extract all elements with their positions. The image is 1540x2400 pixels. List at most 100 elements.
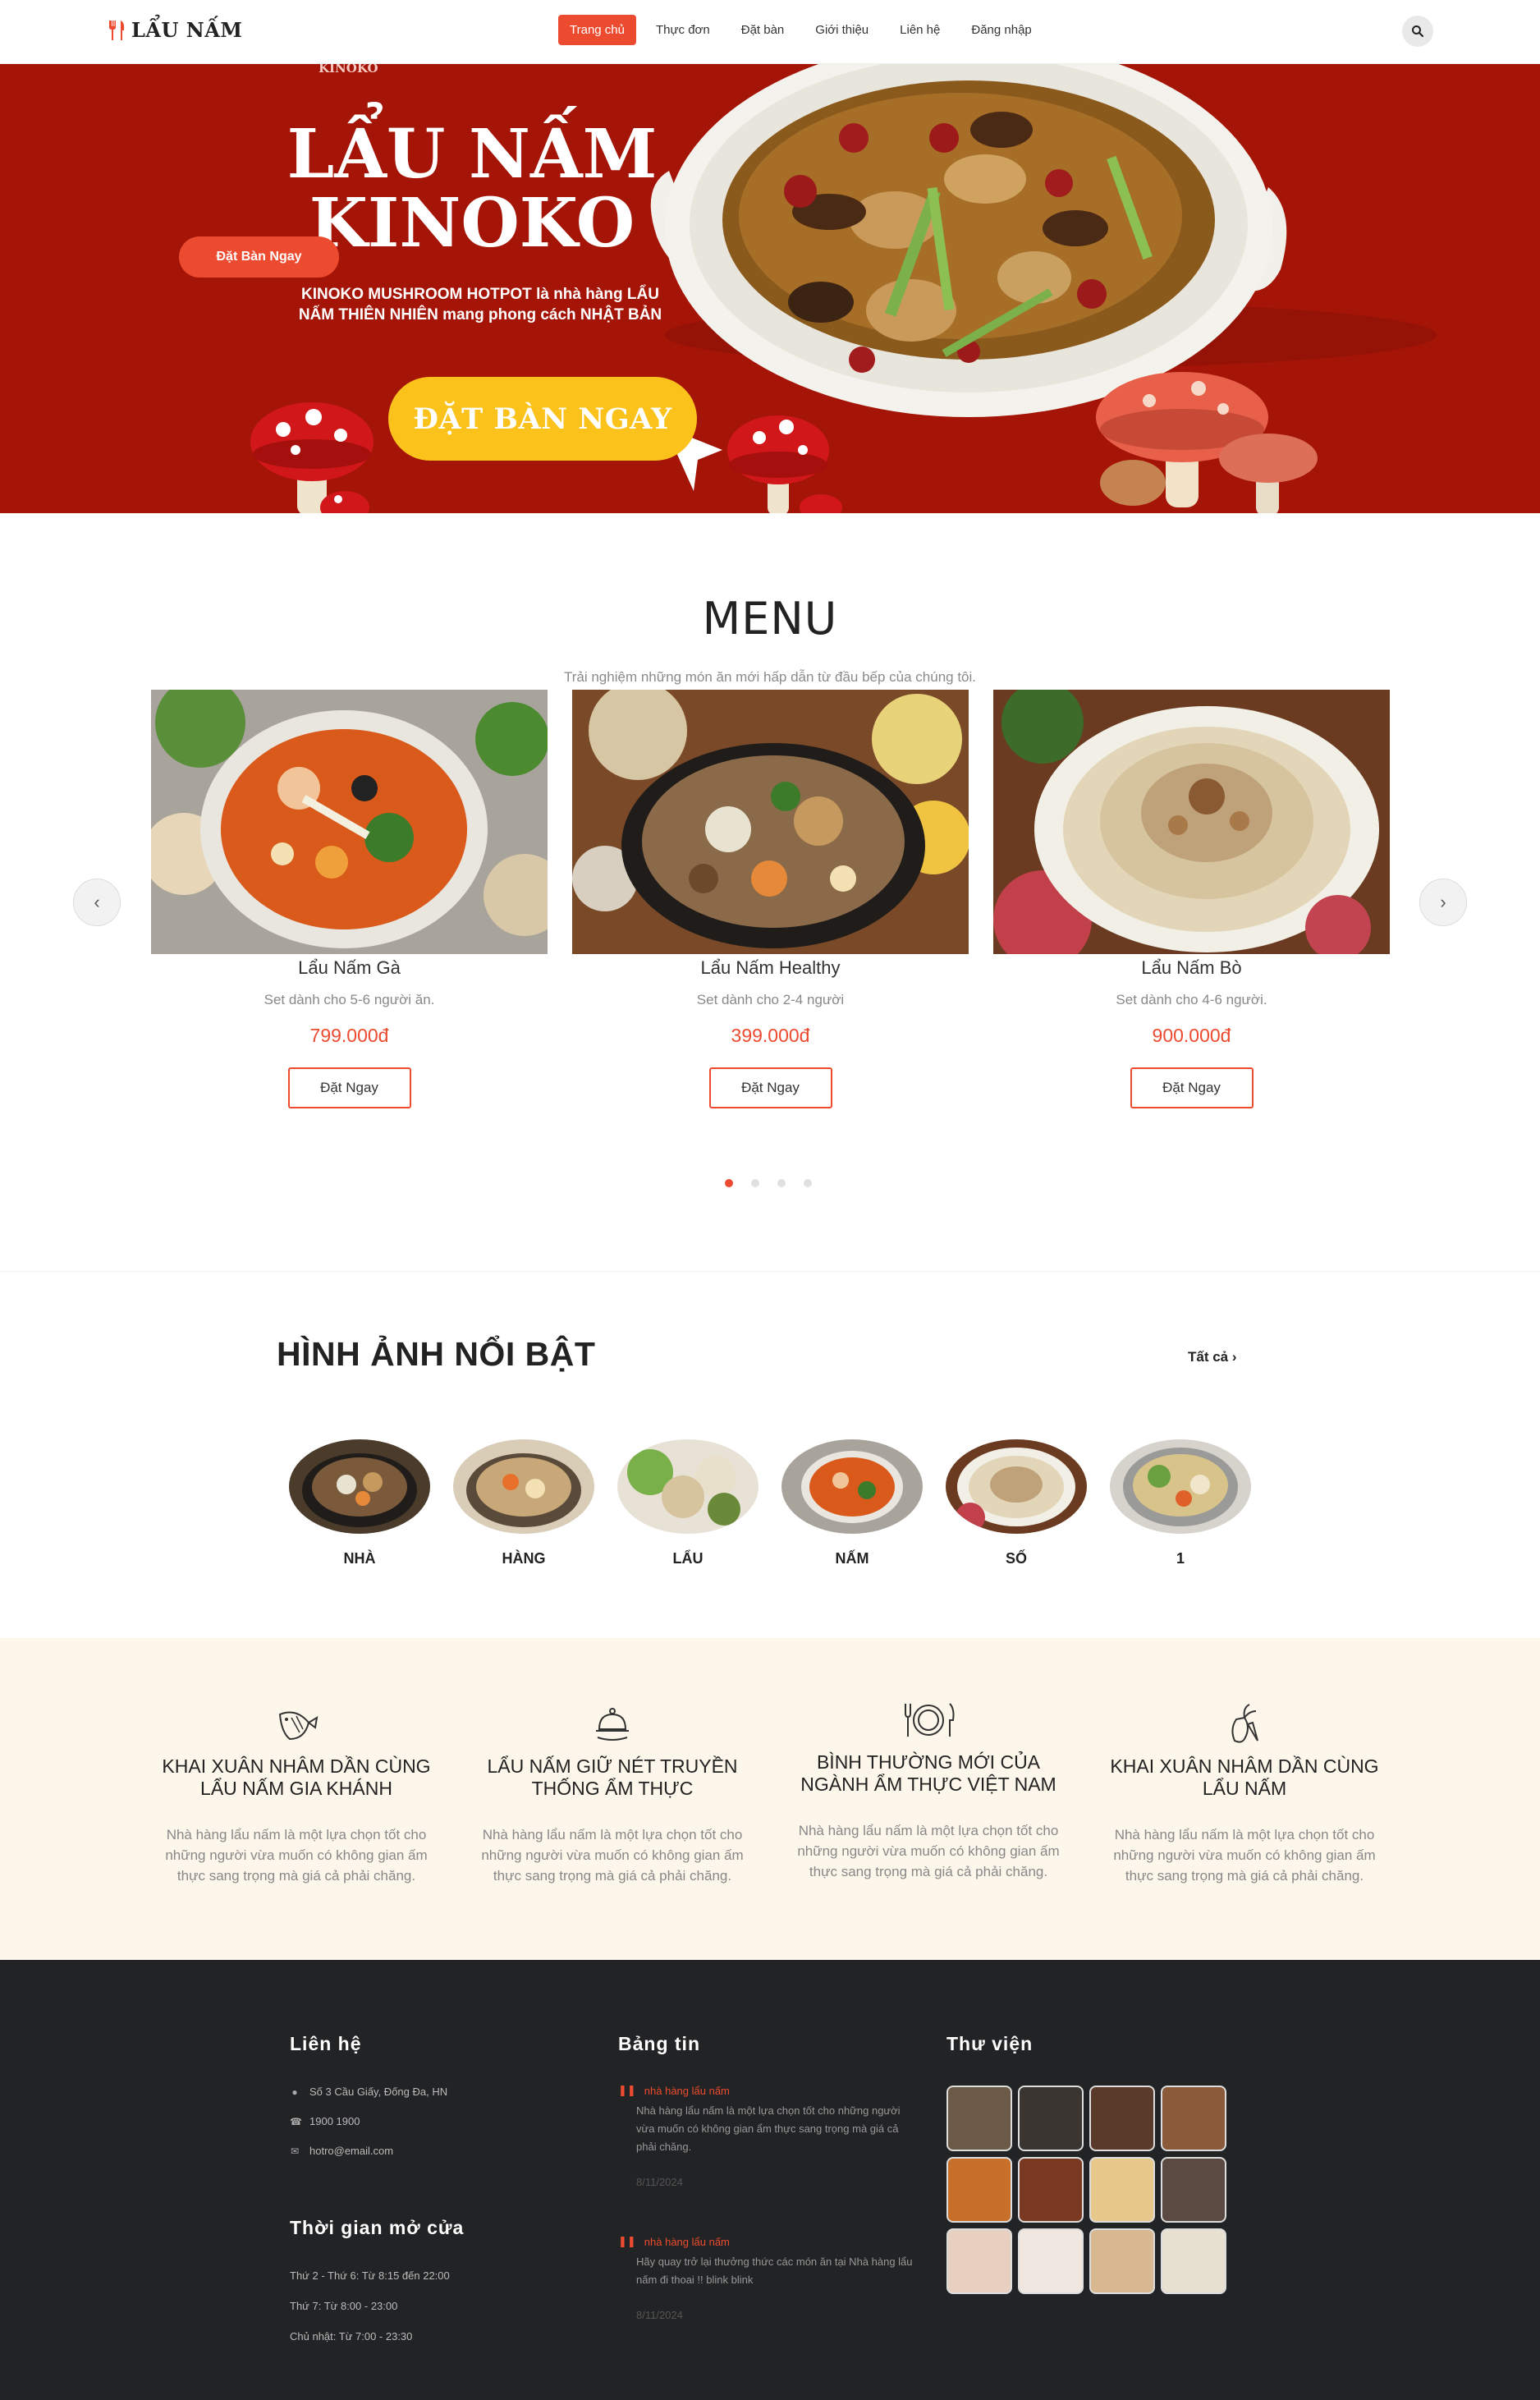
menu-card: Lẩu Nấm Healthy Set dành cho 2-4 người 3…: [572, 690, 969, 1108]
top-navbar: LẨU NẤM Trang chủ Thực đơn Đặt bàn Giới …: [0, 0, 1540, 64]
library-thumbnail[interactable]: [1018, 2228, 1084, 2294]
hero-book-big-button[interactable]: ĐẶT BÀN NGAY: [388, 377, 697, 461]
order-now-button[interactable]: Đặt Ngay: [287, 1067, 411, 1108]
nav-home[interactable]: Trang chủ: [558, 15, 636, 45]
gallery-label: SỐ: [1005, 1550, 1027, 1567]
hero-illustration: [250, 64, 1437, 513]
pagination-dot[interactable]: [804, 1179, 812, 1187]
gallery-image: [289, 1439, 430, 1534]
hero-book-small-button[interactable]: Đặt Bàn Ngay: [179, 236, 339, 278]
pagination-dot[interactable]: [751, 1179, 759, 1187]
gallery-item[interactable]: HÀNG: [453, 1439, 594, 1567]
footer-contact-title: Liên hệ: [290, 2033, 362, 2054]
footer-address: ● Số 3 Cầu Giấy, Đống Đa, HN: [290, 2086, 447, 2098]
news-text: Nhà hàng lẩu nấm là một lựa chọn tốt cho…: [636, 2104, 901, 2153]
menu-card-image[interactable]: [993, 690, 1390, 954]
feature-title: KHAI XUÂN NHÂM DẦN CÙNG LẨU NẤM GIA KHÁN…: [162, 1755, 431, 1799]
hero-description: KINOKO MUSHROOM HOTPOT là nhà hàng LẨU N…: [298, 286, 662, 324]
carousel-pagination: [725, 1179, 812, 1187]
carousel-next-button[interactable]: ›: [1419, 879, 1467, 926]
menu-card-name: Lẩu Nấm Bò: [1141, 957, 1242, 978]
library-thumbnail[interactable]: [1089, 2157, 1155, 2223]
library-thumbnail[interactable]: [1089, 2086, 1155, 2151]
menu-card-price: 900.000đ: [1152, 1025, 1231, 1046]
site-logo[interactable]: LẨU NẤM: [107, 18, 242, 42]
footer-email-text[interactable]: hotro@email.com: [309, 2145, 393, 2157]
library-thumbnail[interactable]: [1161, 2086, 1226, 2151]
menu-subtitle: Trải nghiệm những món ăn mới hấp dẫn từ …: [563, 669, 977, 685]
gallery-label: HÀNG: [502, 1550, 546, 1567]
nav-menu[interactable]: Thực đơn: [644, 15, 722, 45]
hero-title: LẨU NẤM KINOKO: [283, 120, 661, 258]
menu-card-image[interactable]: [572, 690, 969, 954]
feature-text: Nhà hàng lẩu nấm là một lựa chọn tốt cho…: [797, 1823, 1060, 1879]
menu-card-name: Lẩu Nấm Healthy: [700, 957, 841, 978]
gallery-label: NẤM: [835, 1550, 869, 1567]
logo-text: LẨU NẤM: [131, 18, 243, 42]
feature-block: LẨU NẤM GIỮ NÉT TRUYỀN THỐNG ẨM THỰC Nhà…: [469, 1700, 756, 1886]
gallery-item[interactable]: NẤM: [781, 1439, 923, 1567]
nav-booking[interactable]: Đặt bàn: [730, 15, 796, 45]
gallery-label: 1: [1176, 1550, 1185, 1567]
phone-icon: ☎: [290, 2115, 302, 2127]
main-menu: Trang chủ Thực đơn Đặt bàn Giới thiệu Li…: [558, 15, 1043, 45]
fork-knife-icon: ❚❚: [618, 2235, 636, 2247]
menu-card: Lẩu Nấm Gà Set dành cho 5-6 người ăn. 79…: [151, 690, 548, 1108]
section-divider: [0, 1271, 1540, 1272]
fork-knife-icon: [109, 20, 125, 40]
library-thumbnail[interactable]: [1161, 2157, 1226, 2223]
plate-cutlery-icon: [905, 1703, 955, 1737]
gallery-item[interactable]: SỐ: [946, 1439, 1087, 1567]
footer-email: ✉ hotro@email.com: [290, 2145, 393, 2157]
nav-about[interactable]: Giới thiệu: [804, 15, 880, 45]
news-tag-text: nhà hàng lẩu nấm: [644, 2084, 730, 2097]
library-thumbnail[interactable]: [1018, 2157, 1084, 2223]
menu-card-desc: Set dành cho 2-4 người: [696, 992, 845, 1007]
chevron-right-icon: ›: [1440, 892, 1446, 912]
nav-contact[interactable]: Liên hệ: [888, 15, 951, 45]
menu-card: Lẩu Nấm Bò Set dành cho 4-6 người. 900.0…: [993, 690, 1390, 1108]
footer-news-title: Bảng tin: [618, 2033, 700, 2054]
news-item[interactable]: ❚❚ nhà hàng lẩu nấm Hãy quay trở lại thư…: [618, 2235, 914, 2321]
news-item[interactable]: ❚❚ nhà hàng lẩu nấm Nhà hàng lẩu nấm là …: [618, 2084, 914, 2188]
news-tag-text: nhà hàng lẩu nấm: [644, 2235, 730, 2248]
gallery-image: [946, 1439, 1087, 1534]
fish-icon: [278, 1711, 319, 1741]
menu-card-name: Lẩu Nấm Gà: [298, 957, 401, 978]
footer-phone: ☎ 1900 1900: [290, 2115, 360, 2127]
envelope-icon: ✉: [290, 2145, 300, 2157]
pagination-dot[interactable]: [777, 1179, 786, 1187]
footer-library-title: Thư viện: [946, 2033, 1034, 2054]
library-thumbnail[interactable]: [1018, 2086, 1084, 2151]
menu-card-image[interactable]: [151, 690, 548, 954]
feature-title: KHAI XUÂN NHÂM DẦN CÙNG LẨU NẤM: [1110, 1755, 1379, 1799]
pagination-dot[interactable]: [725, 1179, 733, 1187]
order-now-button[interactable]: Đặt Ngay: [1130, 1067, 1254, 1108]
footer-phone-text[interactable]: 1900 1900: [309, 2115, 360, 2127]
gallery-label: NHÀ: [343, 1550, 376, 1567]
chevron-right-icon: ›: [1231, 1349, 1237, 1365]
search-button[interactable]: [1402, 16, 1433, 47]
order-now-button[interactable]: Đặt Ngay: [708, 1067, 832, 1108]
hero-brand-small: KINOKO: [319, 64, 378, 76]
hero-banner: KINOKO LẨU NẤM KINOKO Đặt Bàn Ngay KINOK…: [0, 64, 1540, 513]
library-thumbnail[interactable]: [946, 2086, 1012, 2151]
gallery-item[interactable]: LẨU: [617, 1439, 759, 1567]
nav-login[interactable]: Đăng nhập: [960, 15, 1043, 45]
gallery-item[interactable]: NHÀ: [289, 1439, 430, 1567]
carousel-prev-button[interactable]: ‹: [73, 879, 121, 926]
menu-card-price: 399.000đ: [731, 1025, 810, 1046]
gallery-all-link[interactable]: Tất cả ›: [1188, 1349, 1237, 1365]
hero-title-line1: LẨU NẤM: [286, 115, 658, 194]
gallery-image: [453, 1439, 594, 1534]
library-thumbnail[interactable]: [1161, 2228, 1226, 2294]
gallery-item[interactable]: 1: [1110, 1439, 1251, 1567]
library-thumbnail[interactable]: [1089, 2228, 1155, 2294]
feature-text: Nhà hàng lẩu nấm là một lựa chọn tốt cho…: [1113, 1827, 1376, 1884]
news-date: 8/11/2024: [636, 2309, 683, 2321]
feature-title: LẨU NẤM GIỮ NÉT TRUYỀN THỐNG ẨM THỰC: [487, 1755, 738, 1799]
fork-knife-icon: ❚❚: [618, 2084, 636, 2096]
library-thumbnail[interactable]: [946, 2228, 1012, 2294]
menu-card-desc: Set dành cho 4-6 người.: [1116, 992, 1267, 1007]
library-thumbnail[interactable]: [946, 2157, 1012, 2223]
